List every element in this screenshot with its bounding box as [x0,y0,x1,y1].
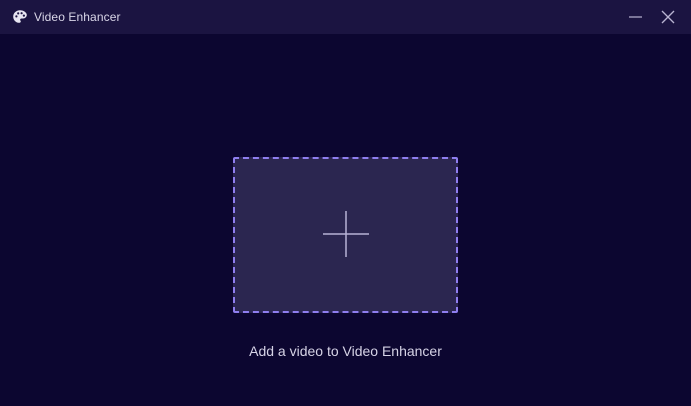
dropzone-label: Add a video to Video Enhancer [249,343,442,359]
minimize-icon [629,16,642,18]
close-button[interactable] [657,6,679,28]
minimize-button[interactable] [625,6,647,28]
window-title: Video Enhancer [34,10,121,24]
main-content: Add a video to Video Enhancer [0,34,691,406]
close-icon [661,10,675,24]
app-window: Video Enhancer Add a video to Video Enha… [0,0,691,406]
title-bar[interactable]: Video Enhancer [0,0,691,34]
add-video-dropzone[interactable] [233,157,458,313]
palette-icon [13,10,27,23]
plus-icon [323,211,369,257]
